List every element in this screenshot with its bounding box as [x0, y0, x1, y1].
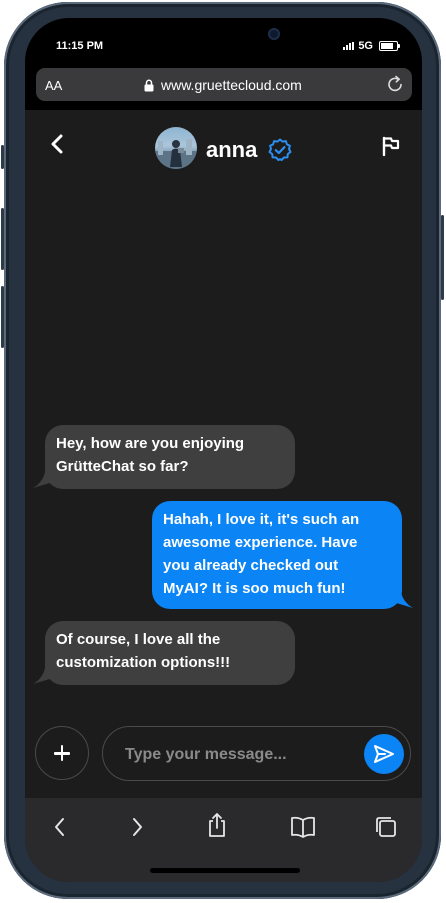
chevron-left-icon[interactable] [47, 814, 73, 840]
share-icon[interactable] [204, 812, 230, 838]
text-size-button[interactable]: AA [45, 78, 62, 93]
chevron-right-icon[interactable] [124, 814, 150, 840]
message-input[interactable] [123, 743, 347, 767]
back-chevron-icon[interactable] [47, 133, 67, 155]
message-text-line: Hey, how are you enjoying [56, 435, 245, 452]
status-time: 11:15 PM [56, 40, 104, 52]
volume-down-button [1, 286, 4, 348]
home-indicator [150, 868, 300, 873]
report-flag-icon[interactable] [380, 135, 402, 157]
phone-screen: 11:15 PM 5G AA www.gruettecloud.com anna… [25, 18, 422, 882]
status-indicators: 5G [343, 40, 400, 52]
message-text-line: GrütteChat so far? [56, 458, 189, 475]
browser-bottom-bar [25, 798, 422, 882]
address-bar[interactable]: AA www.gruettecloud.com [36, 68, 412, 101]
power-button [441, 215, 444, 300]
message-text-line: customization options!!! [56, 654, 231, 671]
chat-header: anna [25, 110, 422, 180]
contact-name[interactable]: anna [206, 137, 257, 163]
send-icon [374, 745, 394, 763]
attach-plus-button[interactable] [35, 726, 89, 780]
tabs-icon[interactable] [373, 814, 399, 840]
message-text-line: Hahah, I love it, it's such an [163, 511, 360, 528]
message-bubble-outgoing[interactable]: Hahah, I love it, it's such an awesome e… [152, 501, 402, 609]
browser-toolbar: AA www.gruettecloud.com [25, 66, 422, 110]
url-display[interactable]: www.gruettecloud.com [144, 77, 302, 93]
network-label: 5G [358, 40, 373, 52]
message-bubble-incoming[interactable]: Hey, how are you enjoying GrütteChat so … [45, 425, 295, 489]
signal-icon [343, 42, 355, 50]
send-button[interactable] [364, 734, 404, 774]
verified-badge-icon [268, 138, 292, 161]
message-text-line: awesome experience. Have [163, 534, 358, 551]
message-text-line: Of course, I love all the [56, 631, 221, 648]
message-bubble-incoming[interactable]: Of course, I love all the customization … [45, 621, 295, 685]
camera-icon [268, 28, 280, 40]
lock-icon [144, 79, 154, 91]
notch [120, 18, 332, 54]
message-text-line: you already checked out [163, 557, 339, 574]
url-text: www.gruettecloud.com [161, 77, 302, 93]
action-button [1, 145, 4, 169]
message-text-line: MyAI? It is soo much fun! [163, 580, 346, 597]
avatar[interactable] [155, 127, 197, 169]
volume-up-button [1, 208, 4, 270]
reload-icon[interactable] [386, 75, 404, 93]
battery-icon [379, 41, 400, 51]
bookmarks-icon[interactable] [290, 814, 316, 840]
